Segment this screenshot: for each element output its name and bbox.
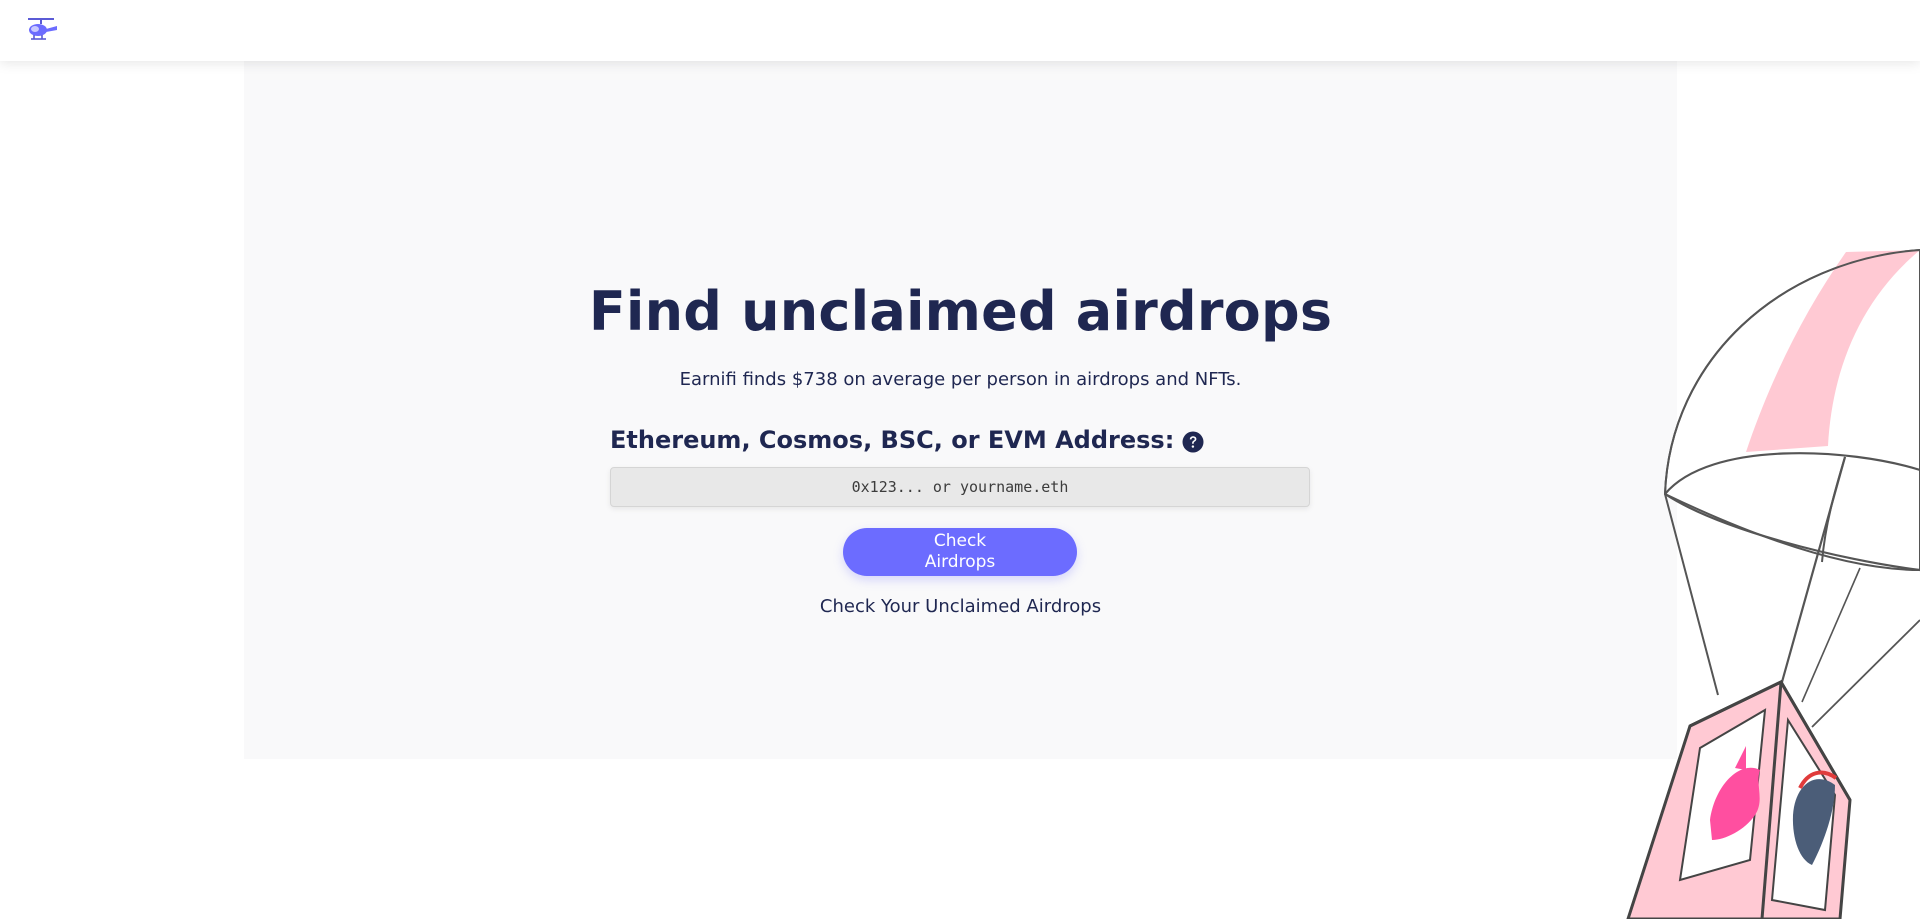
page-title: Find unclaimed airdrops [588, 280, 1333, 343]
check-unclaimed-link[interactable]: Check Your Unclaimed Airdrops [244, 595, 1677, 619]
address-label: Ethereum, Cosmos, BSC, or EVM Address: [610, 426, 1175, 454]
parachute-crate-illustration [1626, 248, 1920, 919]
address-input[interactable] [610, 467, 1310, 507]
top-navbar [0, 0, 1920, 61]
check-airdrops-button[interactable]: Check Airdrops [843, 528, 1077, 576]
hero-panel [244, 61, 1677, 759]
address-label-row: Ethereum, Cosmos, BSC, or EVM Address: [610, 424, 1204, 456]
hero-subtitle: Earnifi finds $738 on average per person… [679, 369, 1242, 390]
question-circle-icon[interactable] [1182, 429, 1204, 453]
helicopter-icon[interactable] [24, 14, 60, 46]
